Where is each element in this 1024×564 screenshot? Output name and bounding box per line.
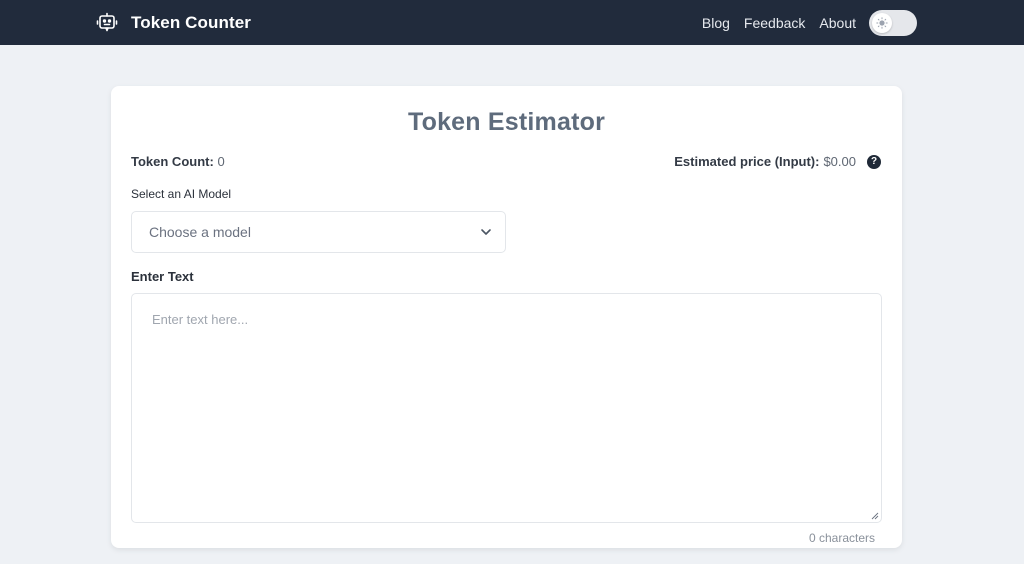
resize-handle-icon[interactable] (871, 512, 879, 520)
estimated-price: Estimated price (Input): $0.00 ? (674, 154, 882, 169)
top-navbar: Token Counter Blog Feedback About (0, 0, 1024, 45)
sun-icon (876, 16, 888, 29)
question-icon[interactable]: ? (867, 154, 881, 169)
toggle-knob (872, 12, 892, 33)
price-label: Estimated price (Input): (674, 154, 820, 169)
model-select[interactable]: Choose a model (131, 211, 506, 253)
page-title: Token Estimator (407, 108, 606, 136)
text-input-label: Enter Text (131, 269, 194, 284)
brand[interactable]: Token Counter (95, 11, 251, 35)
price-value: $0.00 (823, 154, 856, 169)
model-select-label: Select an AI Model (131, 187, 232, 201)
token-count-value: 0 (217, 154, 225, 169)
model-select-value: Choose a model (149, 224, 251, 240)
nav-link-blog[interactable]: Blog (702, 15, 730, 31)
token-count: Token Count: 0 (131, 154, 225, 169)
chevron-down-icon (481, 229, 491, 235)
nav-links: Blog Feedback About (702, 9, 917, 36)
token-count-label: Token Count: (131, 154, 214, 169)
robot-icon (95, 11, 119, 35)
character-count: 0 characters (808, 531, 875, 545)
text-input[interactable]: Enter text here... (131, 293, 882, 523)
theme-toggle[interactable] (869, 9, 917, 36)
token-estimator-card: Token Estimator Token Count: 0 Estimated… (111, 86, 902, 548)
app-title: Token Counter (131, 12, 251, 32)
nav-link-about[interactable]: About (819, 15, 856, 31)
text-input-placeholder: Enter text here... (152, 312, 249, 327)
nav-link-feedback[interactable]: Feedback (744, 15, 805, 31)
stats-row: Token Count: 0 Estimated price (Input): … (131, 154, 882, 169)
